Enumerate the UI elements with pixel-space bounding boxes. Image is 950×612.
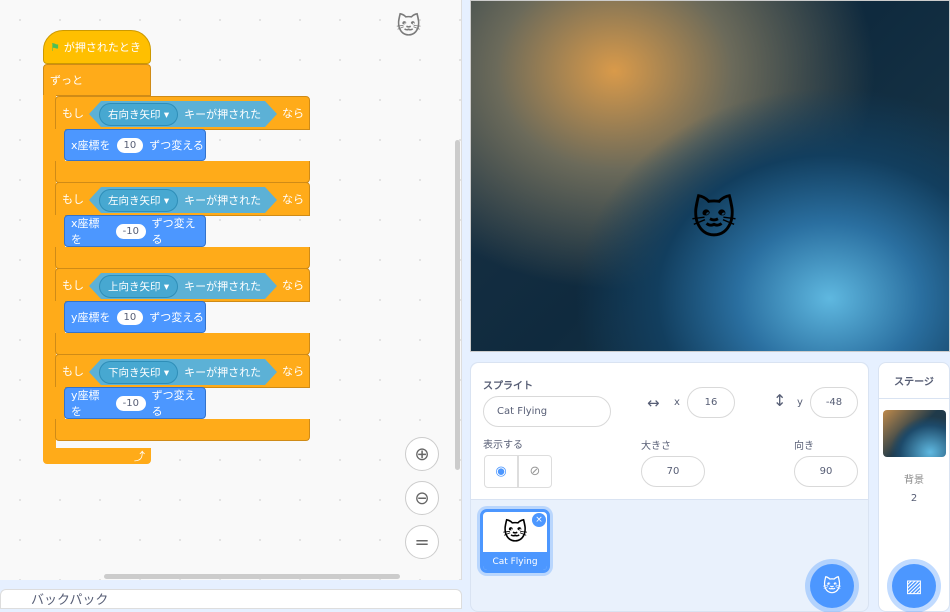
backpack-label: バックパック [31,593,109,608]
key-pressed-block[interactable]: 上向き矢印 ▾ キーが押された [89,273,277,299]
change-amount-input[interactable]: 10 [116,137,144,153]
show-button[interactable]: ◉ [484,455,518,488]
horizontal-arrows-icon: ↔ [647,394,660,412]
x-label: x [674,397,680,408]
if-label: もし [62,107,84,120]
if-bottom [55,247,310,269]
zoom-in-button[interactable]: ⊕ [405,437,439,471]
cat-sprite[interactable]: 🐱 [691,193,737,244]
code-area[interactable]: 🐱 ⚑ が押されたとき ずっと ⤴ もし 右向き矢印 ▾ キーが押された なら … [0,0,462,580]
backpack-bar[interactable]: バックパック [0,589,462,609]
sprite-label: スプライト [483,381,533,392]
then-label: なら [282,365,304,378]
if-label: もし [62,279,84,292]
change-label: x座標を [71,217,100,246]
direction-label: 向き [794,441,814,452]
sprite-watermark-icon: 🐱 [396,12,422,40]
horizontal-scrollbar[interactable] [104,574,400,579]
dropdown-arrow-icon: ▾ [163,366,170,379]
stage-canvas[interactable]: 🐱 [470,0,950,352]
x-input[interactable]: 16 [687,387,735,418]
forever-bottom: ⤴ [43,448,151,464]
key-dropdown[interactable]: 下向き矢印 ▾ [99,360,179,384]
loop-arrow-icon: ⤴ [134,450,145,463]
key-dropdown[interactable]: 上向き矢印 ▾ [99,274,179,298]
if-block[interactable]: もし 下向き矢印 ▾ キーが押された なら [55,354,310,388]
change-amount-input[interactable]: -10 [115,395,146,411]
add-sprite-button[interactable]: 🐱 [810,564,854,608]
then-label: なら [282,279,304,292]
change-coordinate-block[interactable]: y座標を 10 ずつ変える [64,301,206,333]
size-label: 大きさ [641,441,671,452]
key-pressed-label: キーが押された [184,366,262,379]
if-block[interactable]: もし 左向き矢印 ▾ キーが押された なら [55,182,310,216]
key-pressed-label: キーが押された [184,108,262,121]
vertical-arrows-icon: ↕ [773,391,787,410]
stage-panel[interactable]: ステージ 背景 2 ▨ [878,362,950,612]
direction-input[interactable]: 90 [794,456,858,487]
if-block[interactable]: もし 右向き矢印 ▾ キーが押された なら [55,96,310,130]
then-label: なら [282,193,304,206]
key-dropdown[interactable]: 左向き矢印 ▾ [99,188,179,212]
zoom-reset-button[interactable]: = [405,525,439,559]
change-coordinate-block[interactable]: x座標を 10 ずつ変える [64,129,206,161]
change-amount-input[interactable]: -10 [115,223,146,239]
green-flag-icon: ⚑ [50,40,60,54]
change-suffix-label: ずつ変える [151,389,196,418]
backdrop-count: 2 [910,493,918,504]
dropdown-arrow-icon: ▾ [163,194,170,207]
change-coordinate-block[interactable]: y座標を -10 ずつ変える [64,387,206,419]
key-pressed-label: キーが押された [184,194,262,207]
dropdown-arrow-icon: ▾ [163,108,170,121]
stage-thumbnail[interactable] [883,410,946,457]
size-input[interactable]: 70 [641,456,705,487]
when-flag-clicked-block[interactable]: ⚑ が押されたとき [43,30,151,64]
key-pressed-block[interactable]: 左向き矢印 ▾ キーが押された [89,187,277,213]
if-label: もし [62,193,84,206]
change-suffix-label: ずつ変える [149,139,204,152]
forever-label: ずっと [50,74,83,87]
change-label: x座標を [71,139,111,152]
key-dropdown[interactable]: 右向き矢印 ▾ [99,102,179,126]
key-pressed-block[interactable]: 下向き矢印 ▾ キーが押された [89,359,277,385]
change-suffix-label: ずつ変える [151,217,196,246]
if-block[interactable]: もし 上向き矢印 ▾ キーが押された なら [55,268,310,302]
hide-button[interactable]: ⊘ [518,455,552,488]
y-label: y [797,397,803,408]
key-pressed-label: キーが押された [184,280,262,293]
key-value: 上向き矢印 [108,280,161,293]
hat-label: が押されたとき [63,41,141,54]
sprite-name-input[interactable]: Cat Flying [483,396,611,427]
change-label: y座標を [71,311,111,324]
if-label: もし [62,365,84,378]
forever-block[interactable]: ずっと [43,64,151,96]
change-suffix-label: ずつ変える [149,311,204,324]
change-coordinate-block[interactable]: x座標を -10 ずつ変える [64,215,206,247]
backdrop-label: 背景 [904,475,924,486]
change-label: y座標を [71,389,100,418]
zoom-out-button[interactable]: ⊖ [405,481,439,515]
sprite-info-panel: スプライト Cat Flying ↔ x 16 ↕ y -48 表示する ◉ ⊘… [470,362,869,612]
then-label: なら [282,107,304,120]
show-label: 表示する [483,440,523,451]
key-pressed-block[interactable]: 右向き矢印 ▾ キーが押された [89,101,277,127]
if-bottom [55,161,310,183]
if-bottom [55,419,310,441]
delete-sprite-icon[interactable]: × [532,513,546,527]
sprite-tile[interactable]: 🐱 Cat Flying × [480,509,550,573]
if-bottom [55,333,310,355]
add-backdrop-button[interactable]: ▨ [892,564,936,608]
key-value: 下向き矢印 [108,366,161,379]
key-value: 右向き矢印 [108,108,161,121]
vertical-scrollbar[interactable] [455,140,460,470]
key-value: 左向き矢印 [108,194,161,207]
dropdown-arrow-icon: ▾ [163,280,170,293]
change-amount-input[interactable]: 10 [116,309,144,325]
y-input[interactable]: -48 [810,387,858,418]
stage-title: ステージ [879,363,949,399]
sprite-tile-name: Cat Flying [483,552,547,570]
